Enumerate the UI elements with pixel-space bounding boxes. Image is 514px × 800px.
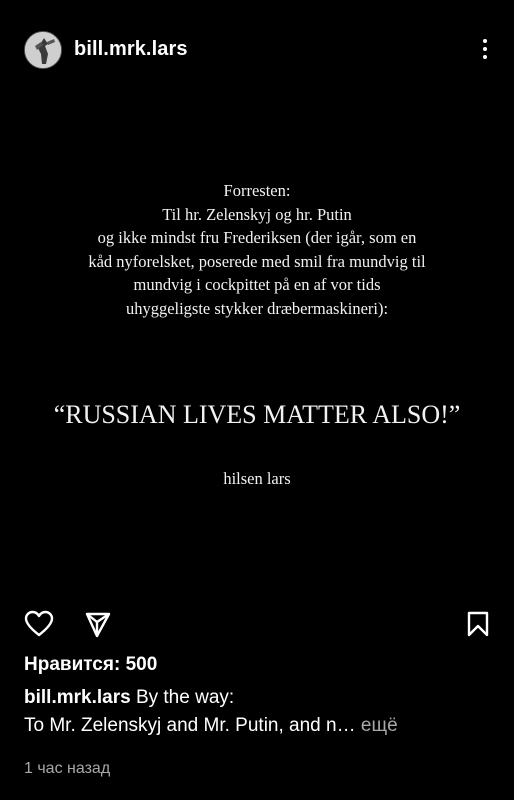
like-button[interactable] (24, 610, 54, 643)
avatar[interactable] (24, 31, 62, 69)
post-image-line: kåd nyforelsket, poserede med smil fra m… (88, 251, 426, 271)
post-image-text: Forresten: Til hr. Zelenskyj og hr. Puti… (0, 179, 514, 320)
caption-text: By the way: (135, 687, 235, 708)
post-author-username[interactable]: bill.mrk.lars (74, 38, 188, 61)
share-button[interactable] (84, 610, 112, 643)
post-image-line: mundvig i cockpittet på en af vor tids (133, 275, 381, 294)
likes-count[interactable]: Нравится: 500 (24, 654, 157, 676)
more-dot-icon (483, 39, 487, 43)
more-dot-icon (483, 47, 487, 51)
caption-text: To Mr. Zelenskyj and Mr. Putin, and n… (24, 715, 356, 736)
post-image-signoff: hilsen lars (223, 469, 291, 488)
caption-more-link[interactable]: ещё (361, 715, 398, 736)
post-image[interactable]: Forresten: Til hr. Zelenskyj og hr. Puti… (0, 96, 514, 604)
more-options-button[interactable] (474, 34, 496, 64)
post-image-line: og ikke mindst fru Frederiksen (der igår… (97, 228, 417, 247)
more-dot-icon (483, 55, 487, 59)
heart-icon (24, 610, 54, 637)
post-image-line: uhyggeligste stykker dræbermaskineri): (125, 298, 389, 318)
save-button[interactable] (466, 610, 490, 643)
post-image-line: Til hr. Zelenskyj og hr. Putin (162, 204, 352, 224)
post-image-line: Forresten: (223, 181, 291, 200)
post-timestamp: 1 час назад (24, 760, 111, 777)
avatar-photo-icon (25, 32, 61, 68)
post-caption: bill.mrk.lars By the way: To Mr. Zelensk… (24, 684, 494, 740)
bookmark-icon (467, 611, 489, 637)
send-icon (85, 612, 111, 638)
caption-line-1: bill.mrk.lars By the way: (24, 684, 494, 712)
post-actions-bar (0, 604, 514, 650)
caption-author[interactable]: bill.mrk.lars (24, 687, 131, 708)
caption-line-2: To Mr. Zelenskyj and Mr. Putin, and n… е… (24, 712, 494, 740)
post-header: bill.mrk.lars (0, 0, 514, 96)
post-image-slogan: “RUSSIAN LIVES MATTER ALSO!” (53, 400, 461, 429)
